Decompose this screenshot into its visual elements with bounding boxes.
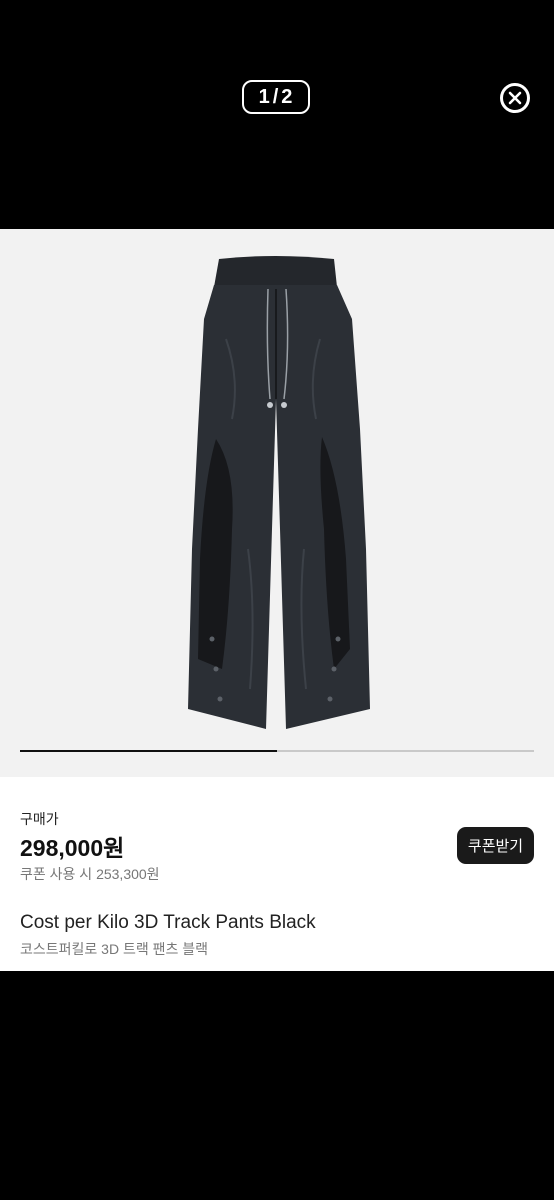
pants-image bbox=[188, 256, 370, 729]
price-label: 구매가 bbox=[20, 811, 59, 827]
total-count: 2 bbox=[281, 85, 294, 108]
product-image[interactable] bbox=[0, 229, 554, 777]
counter-separator: / bbox=[272, 85, 280, 108]
product-title-ko: 코스트퍼킬로 3D 트랙 팬츠 블랙 bbox=[20, 941, 209, 957]
get-coupon-button[interactable]: 쿠폰받기 bbox=[457, 827, 534, 864]
current-index: 1 bbox=[258, 85, 271, 108]
product-title-en: Cost per Kilo 3D Track Pants Black bbox=[20, 912, 316, 933]
price: 298,000원 bbox=[20, 835, 125, 861]
image-counter: 1/2 bbox=[242, 80, 310, 114]
product-info: 구매가 298,000원 쿠폰 사용 시 253,300원 쿠폰받기 Cost … bbox=[0, 777, 554, 971]
coupon-price: 쿠폰 사용 시 253,300원 bbox=[20, 866, 160, 882]
close-icon bbox=[508, 91, 522, 105]
image-progress-fill bbox=[20, 750, 277, 752]
close-button[interactable] bbox=[500, 83, 530, 113]
viewer-header: 1/2 bbox=[0, 0, 554, 229]
image-progress-track bbox=[20, 750, 534, 752]
